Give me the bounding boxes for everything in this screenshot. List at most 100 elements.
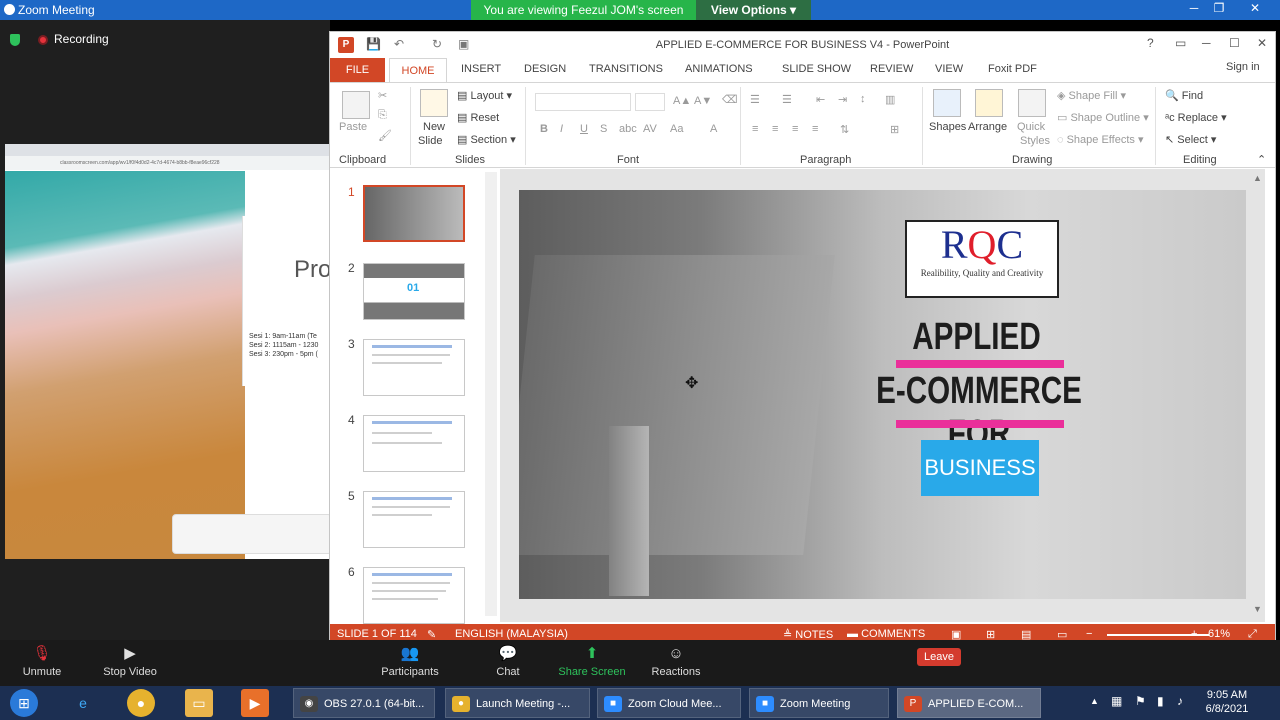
slide-thumb-5[interactable] (363, 491, 465, 548)
increase-font-icon[interactable]: A▲ (673, 95, 691, 107)
chat-button[interactable]: 💬 Chat (488, 640, 528, 686)
tab-review[interactable]: REVIEW (870, 63, 913, 75)
quick-styles-icon[interactable] (1018, 89, 1046, 117)
decrease-font-icon[interactable]: A▼ (694, 95, 712, 107)
ribbon-display-icon[interactable]: ▭ (1175, 36, 1186, 50)
justify-icon[interactable]: ≡ (812, 123, 818, 135)
file-explorer-icon[interactable]: ▭ (185, 689, 213, 717)
text-direction-icon[interactable]: ⇅ (840, 123, 849, 136)
slide-thumb-4[interactable] (363, 415, 465, 472)
change-case-icon[interactable]: Aa (670, 123, 683, 135)
tab-slide-show[interactable]: SLIDE SHOW (782, 63, 851, 75)
character-spacing-icon[interactable]: AV (643, 123, 657, 135)
tab-foxit-pdf[interactable]: Foxit PDF (988, 63, 1037, 75)
tab-animations[interactable]: ANIMATIONS (685, 63, 753, 75)
maximize-icon[interactable]: ☐ (1229, 36, 1240, 50)
bold-icon[interactable]: B (540, 123, 548, 135)
select-button[interactable]: ↖ Select ▾ (1165, 133, 1216, 146)
language-indicator[interactable]: ENGLISH (MALAYSIA) (455, 628, 568, 640)
replace-button[interactable]: ᵃc Replace ▾ (1165, 111, 1227, 124)
collapse-ribbon-icon[interactable]: ⌃ (1257, 153, 1266, 166)
view-options-button[interactable]: View Options ▾ (696, 0, 811, 20)
taskbar-powerpoint[interactable]: P APPLIED E-COM... (897, 688, 1041, 718)
tab-insert[interactable]: INSERT (461, 63, 501, 75)
taskbar-obs[interactable]: ◉ OBS 27.0.1 (64-bit... (293, 688, 435, 718)
align-right-icon[interactable]: ≡ (792, 123, 798, 135)
minimize-icon[interactable]: ─ (1202, 36, 1211, 50)
scroll-up-icon[interactable]: ▲ (1253, 173, 1262, 183)
unmute-button[interactable]: 🎙 Unmute (12, 640, 72, 686)
taskbar-launch-meeting[interactable]: ● Launch Meeting -... (445, 688, 590, 718)
quick-styles-button[interactable]: Quick (1017, 121, 1045, 133)
zoom-level[interactable]: 61% (1208, 628, 1230, 640)
shapes-button[interactable]: Shapes (929, 121, 966, 133)
bullets-icon[interactable]: ☰ (750, 93, 760, 106)
close-icon[interactable]: ✕ (1244, 1, 1266, 19)
scroll-down-icon[interactable]: ▼ (1253, 604, 1262, 614)
minimize-icon[interactable]: ─ (1183, 1, 1205, 19)
align-left-icon[interactable]: ≡ (752, 123, 758, 135)
clear-formatting-icon[interactable]: ⌫ (722, 93, 738, 106)
numbering-icon[interactable]: ☰ (782, 93, 792, 106)
increase-indent-icon[interactable]: ⇥ (838, 93, 847, 106)
arrange-button[interactable]: Arrange (968, 121, 1007, 133)
find-button[interactable]: 🔍 Find (1165, 89, 1203, 102)
smartart-icon[interactable]: ⊞ (890, 123, 899, 136)
align-center-icon[interactable]: ≡ (772, 123, 778, 135)
arrange-icon[interactable] (975, 89, 1003, 117)
strikethrough-icon[interactable]: abc (619, 123, 637, 135)
security-shield-icon[interactable] (10, 33, 20, 46)
tab-transitions[interactable]: TRANSITIONS (589, 63, 663, 75)
paste-button[interactable]: Paste (339, 121, 367, 133)
quick-styles-button-line2[interactable]: Styles (1020, 135, 1050, 147)
shape-fill-button[interactable]: ◈ Shape Fill ▾ (1057, 89, 1126, 102)
start-button-icon[interactable]: ⊞ (10, 689, 38, 717)
paste-icon[interactable] (342, 91, 370, 119)
font-size-select[interactable] (635, 93, 665, 111)
new-slide-button[interactable]: New (423, 121, 445, 133)
taskbar-zoom-cloud[interactable]: ■ Zoom Cloud Mee... (597, 688, 741, 718)
comments-button[interactable]: ▬ COMMENTS (847, 628, 925, 640)
tray-app-icon[interactable]: ▦ (1111, 694, 1122, 708)
section-button[interactable]: ▤ Section ▾ (457, 133, 516, 146)
font-color-icon[interactable]: A (710, 123, 717, 135)
cut-icon[interactable]: ✂ (378, 89, 387, 102)
shapes-icon[interactable] (933, 89, 961, 117)
zoom-in-icon[interactable]: + (1191, 628, 1197, 640)
stop-video-button[interactable]: ▶ Stop Video (98, 640, 162, 686)
reset-button[interactable]: ▤ Reset (457, 111, 499, 124)
italic-icon[interactable]: I (560, 123, 563, 135)
decrease-indent-icon[interactable]: ⇤ (816, 93, 825, 106)
layout-button[interactable]: ▤ Layout ▾ (457, 89, 512, 102)
tab-file[interactable]: FILE (330, 58, 385, 82)
zoom-out-icon[interactable]: − (1086, 628, 1092, 640)
volume-icon[interactable]: ♪ (1177, 694, 1183, 708)
tab-design[interactable]: DESIGN (524, 63, 566, 75)
shadow-icon[interactable]: S (600, 123, 607, 135)
shape-outline-button[interactable]: ▭ Shape Outline ▾ (1057, 111, 1149, 124)
columns-icon[interactable]: ▥ (885, 93, 895, 106)
tab-home[interactable]: HOME (389, 58, 447, 83)
flag-icon[interactable]: ⚑ (1135, 694, 1146, 708)
tab-view[interactable]: VIEW (935, 63, 963, 75)
internet-explorer-icon[interactable]: e (69, 689, 97, 717)
share-screen-button[interactable]: ⬆ Share Screen (556, 640, 628, 686)
new-slide-icon[interactable] (420, 89, 448, 117)
taskbar-zoom-meeting[interactable]: ■ Zoom Meeting (749, 688, 889, 718)
sign-in-link[interactable]: Sign in (1226, 61, 1260, 73)
underline-icon[interactable]: U (580, 123, 588, 135)
restore-icon[interactable]: ❐ (1208, 1, 1230, 19)
help-icon[interactable]: ? (1147, 36, 1154, 50)
line-spacing-icon[interactable]: ↕ (860, 93, 866, 105)
new-slide-button-line2[interactable]: Slide (418, 135, 442, 147)
slide-thumb-1[interactable] (363, 185, 465, 242)
media-player-icon[interactable]: ▶ (241, 689, 269, 717)
shape-effects-button[interactable]: ◌ Shape Effects ▾ (1057, 133, 1143, 146)
participants-button[interactable]: 👥 Participants (378, 640, 442, 686)
chrome-icon[interactable]: ● (127, 689, 155, 717)
slide-thumb-6[interactable] (363, 567, 465, 624)
close-icon[interactable]: ✕ (1257, 36, 1267, 50)
font-name-select[interactable] (535, 93, 631, 111)
leave-button[interactable]: Leave (917, 648, 961, 666)
network-icon[interactable]: ▮ (1157, 694, 1164, 708)
